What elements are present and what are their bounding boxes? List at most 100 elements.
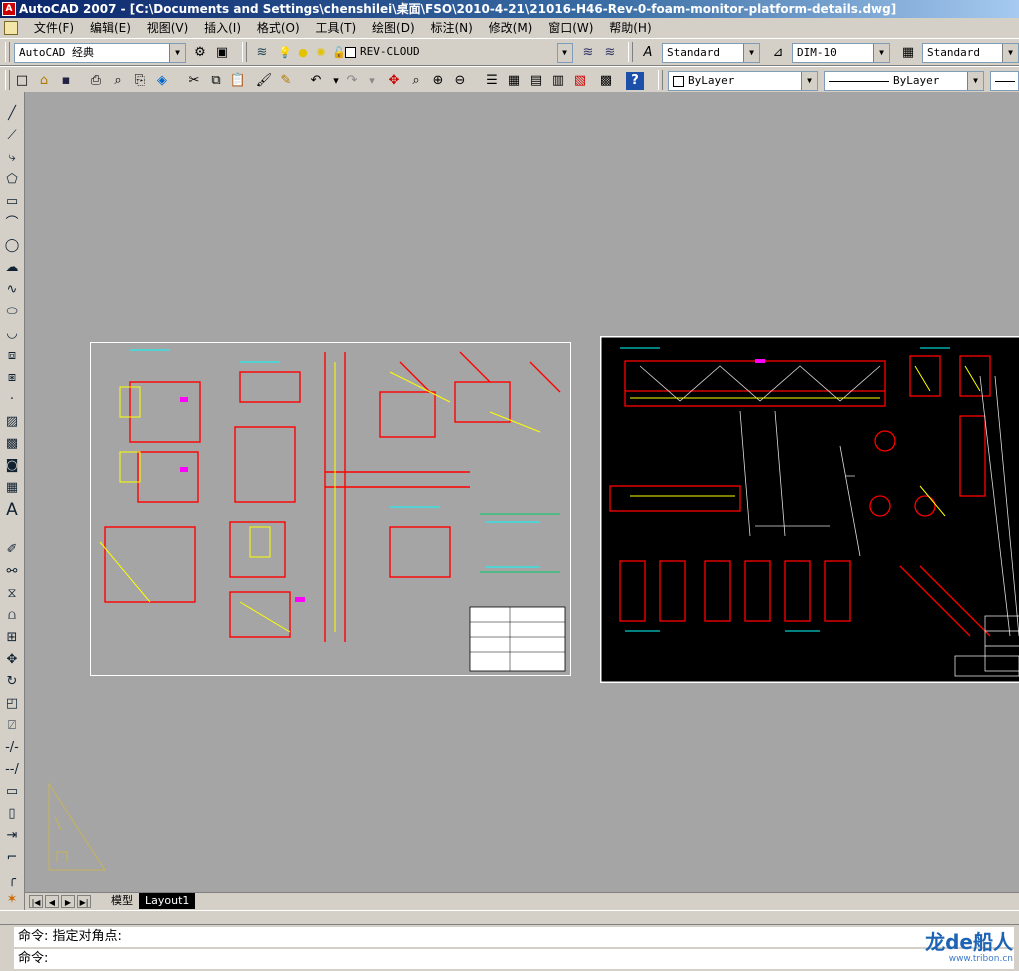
rectangle-icon[interactable]: ▭: [2, 192, 22, 212]
publish-icon[interactable]: ⎘: [130, 71, 150, 91]
move-icon[interactable]: ✥: [2, 650, 22, 670]
chevron-down-icon[interactable]: ▼: [169, 44, 185, 62]
join-icon[interactable]: ⇥: [2, 826, 22, 846]
viewport-1[interactable]: [90, 342, 571, 676]
save-icon[interactable]: ▪: [56, 71, 76, 91]
command-input[interactable]: 命令:: [14, 949, 1014, 969]
insert-block-icon[interactable]: ⧈: [2, 346, 22, 366]
revision-cloud-icon[interactable]: ☁: [2, 258, 22, 278]
zoom-window-icon[interactable]: ⊕: [428, 71, 448, 91]
gradient-icon[interactable]: ▩: [2, 434, 22, 454]
new-file-icon[interactable]: □: [12, 71, 32, 91]
quickcalc-icon[interactable]: ▩: [596, 71, 616, 91]
layer-on-bulb-icon[interactable]: 💡: [275, 43, 295, 63]
menu-tools[interactable]: 工具(T): [310, 18, 363, 38]
layer-previous-icon[interactable]: ≋: [600, 43, 620, 63]
3d-dwf-icon[interactable]: ◈: [152, 71, 172, 91]
match-properties-icon[interactable]: 🖌: [254, 71, 274, 91]
linetype-select[interactable]: ByLayer ▼: [824, 71, 984, 91]
redo-dropdown-icon[interactable]: ▾: [362, 71, 382, 91]
next-tab-icon[interactable]: ▶: [61, 895, 75, 908]
cut-icon[interactable]: ✂: [184, 71, 204, 91]
redo-icon[interactable]: ↷: [342, 71, 362, 91]
color-select[interactable]: ByLayer ▼: [668, 71, 818, 91]
menu-modify[interactable]: 修改(M): [483, 18, 539, 38]
make-block-icon[interactable]: ⧆: [2, 368, 22, 388]
menu-insert[interactable]: 插入(I): [198, 18, 247, 38]
line-icon[interactable]: ╱: [2, 104, 22, 124]
undo-icon[interactable]: ↶: [306, 71, 326, 91]
break-at-point-icon[interactable]: ▭: [2, 782, 22, 802]
rotate-icon[interactable]: ↻: [2, 672, 22, 692]
toolbar-grip[interactable]: [5, 42, 10, 62]
toolbar-grip[interactable]: [628, 42, 633, 62]
polygon-icon[interactable]: ⬠: [2, 170, 22, 190]
hatch-icon[interactable]: ▨: [2, 412, 22, 432]
print-preview-icon[interactable]: ⌕: [108, 71, 128, 91]
dim-style-icon[interactable]: ⊿: [768, 43, 788, 63]
offset-icon[interactable]: ⩍: [2, 606, 22, 626]
open-file-icon[interactable]: ⌂: [34, 71, 54, 91]
dim-style-select[interactable]: DIM-10 ▼: [792, 43, 890, 63]
layer-viewport-freeze-icon[interactable]: ✺: [311, 43, 331, 63]
autocad-app-icon[interactable]: [2, 2, 16, 16]
zoom-realtime-icon[interactable]: ⌕: [406, 71, 426, 91]
prev-tab-icon[interactable]: ◀: [45, 895, 59, 908]
menu-help[interactable]: 帮助(H): [603, 18, 657, 38]
markup-set-manager-icon[interactable]: ▧: [570, 71, 590, 91]
break-icon[interactable]: ▯: [2, 804, 22, 824]
scale-icon[interactable]: ◰: [2, 694, 22, 714]
chevron-down-icon[interactable]: ▼: [1002, 44, 1018, 62]
chevron-down-icon[interactable]: ▼: [801, 72, 817, 90]
tab-model[interactable]: 模型: [105, 893, 139, 909]
trim-icon[interactable]: -/-: [2, 738, 22, 758]
table-style-select[interactable]: Standard ▼: [922, 43, 1019, 63]
text-style-icon[interactable]: A: [638, 43, 658, 63]
zoom-previous-icon[interactable]: ⊖: [450, 71, 470, 91]
toolbar-grip[interactable]: [658, 70, 663, 90]
chevron-down-icon[interactable]: ▼: [743, 44, 759, 62]
table-icon[interactable]: ▦: [2, 478, 22, 498]
tab-layout1[interactable]: Layout1: [139, 893, 195, 909]
drawing-area[interactable]: [25, 92, 1019, 892]
chevron-down-icon[interactable]: ▼: [967, 72, 983, 90]
circle-icon[interactable]: ◯: [2, 236, 22, 256]
menu-draw[interactable]: 绘图(D): [366, 18, 421, 38]
erase-icon[interactable]: ✐: [2, 540, 22, 560]
design-center-icon[interactable]: ▦: [504, 71, 524, 91]
menu-dimension[interactable]: 标注(N): [424, 18, 478, 38]
polyline-icon[interactable]: ⤷: [2, 148, 22, 168]
table-style-icon[interactable]: ▦: [898, 43, 918, 63]
explode-icon[interactable]: ✶: [2, 890, 22, 910]
construction-line-icon[interactable]: ⟋: [2, 126, 22, 146]
multiline-text-icon[interactable]: A: [2, 500, 22, 520]
pan-icon[interactable]: ✥: [384, 71, 404, 91]
copy-icon[interactable]: ⧉: [206, 71, 226, 91]
sheet-set-manager-icon[interactable]: ▥: [548, 71, 568, 91]
extend-icon[interactable]: --/: [2, 760, 22, 780]
layer-select[interactable]: REV-CLOUD: [345, 43, 573, 63]
spline-icon[interactable]: ∿: [2, 280, 22, 300]
menu-edit[interactable]: 编辑(E): [84, 18, 137, 38]
menu-view[interactable]: 视图(V): [141, 18, 195, 38]
help-icon[interactable]: ?: [626, 72, 644, 90]
copy-object-icon[interactable]: ⚯: [2, 562, 22, 582]
workspace-select[interactable]: AutoCAD 经典 ▼: [14, 43, 186, 63]
document-icon[interactable]: [4, 21, 18, 35]
menu-file[interactable]: 文件(F): [28, 18, 80, 38]
stretch-icon[interactable]: ⍁: [2, 716, 22, 736]
text-style-select[interactable]: Standard ▼: [662, 43, 760, 63]
make-current-layer-icon[interactable]: ≋: [578, 43, 598, 63]
toolbar-grip[interactable]: [242, 42, 247, 62]
chevron-down-icon[interactable]: ▼: [873, 44, 889, 62]
fillet-icon[interactable]: ╭: [2, 870, 22, 890]
first-tab-icon[interactable]: |◀: [29, 895, 43, 908]
tool-palettes-icon[interactable]: ▤: [526, 71, 546, 91]
toolbar-grip[interactable]: [5, 70, 10, 90]
workspace-settings-icon[interactable]: ⚙: [190, 43, 210, 63]
region-icon[interactable]: ◙: [2, 456, 22, 476]
layer-freeze-sun-icon[interactable]: ●: [293, 43, 313, 63]
array-icon[interactable]: ⊞: [2, 628, 22, 648]
horizontal-scrollbar[interactable]: [0, 910, 1019, 925]
arc-icon[interactable]: ⌒: [2, 214, 22, 234]
